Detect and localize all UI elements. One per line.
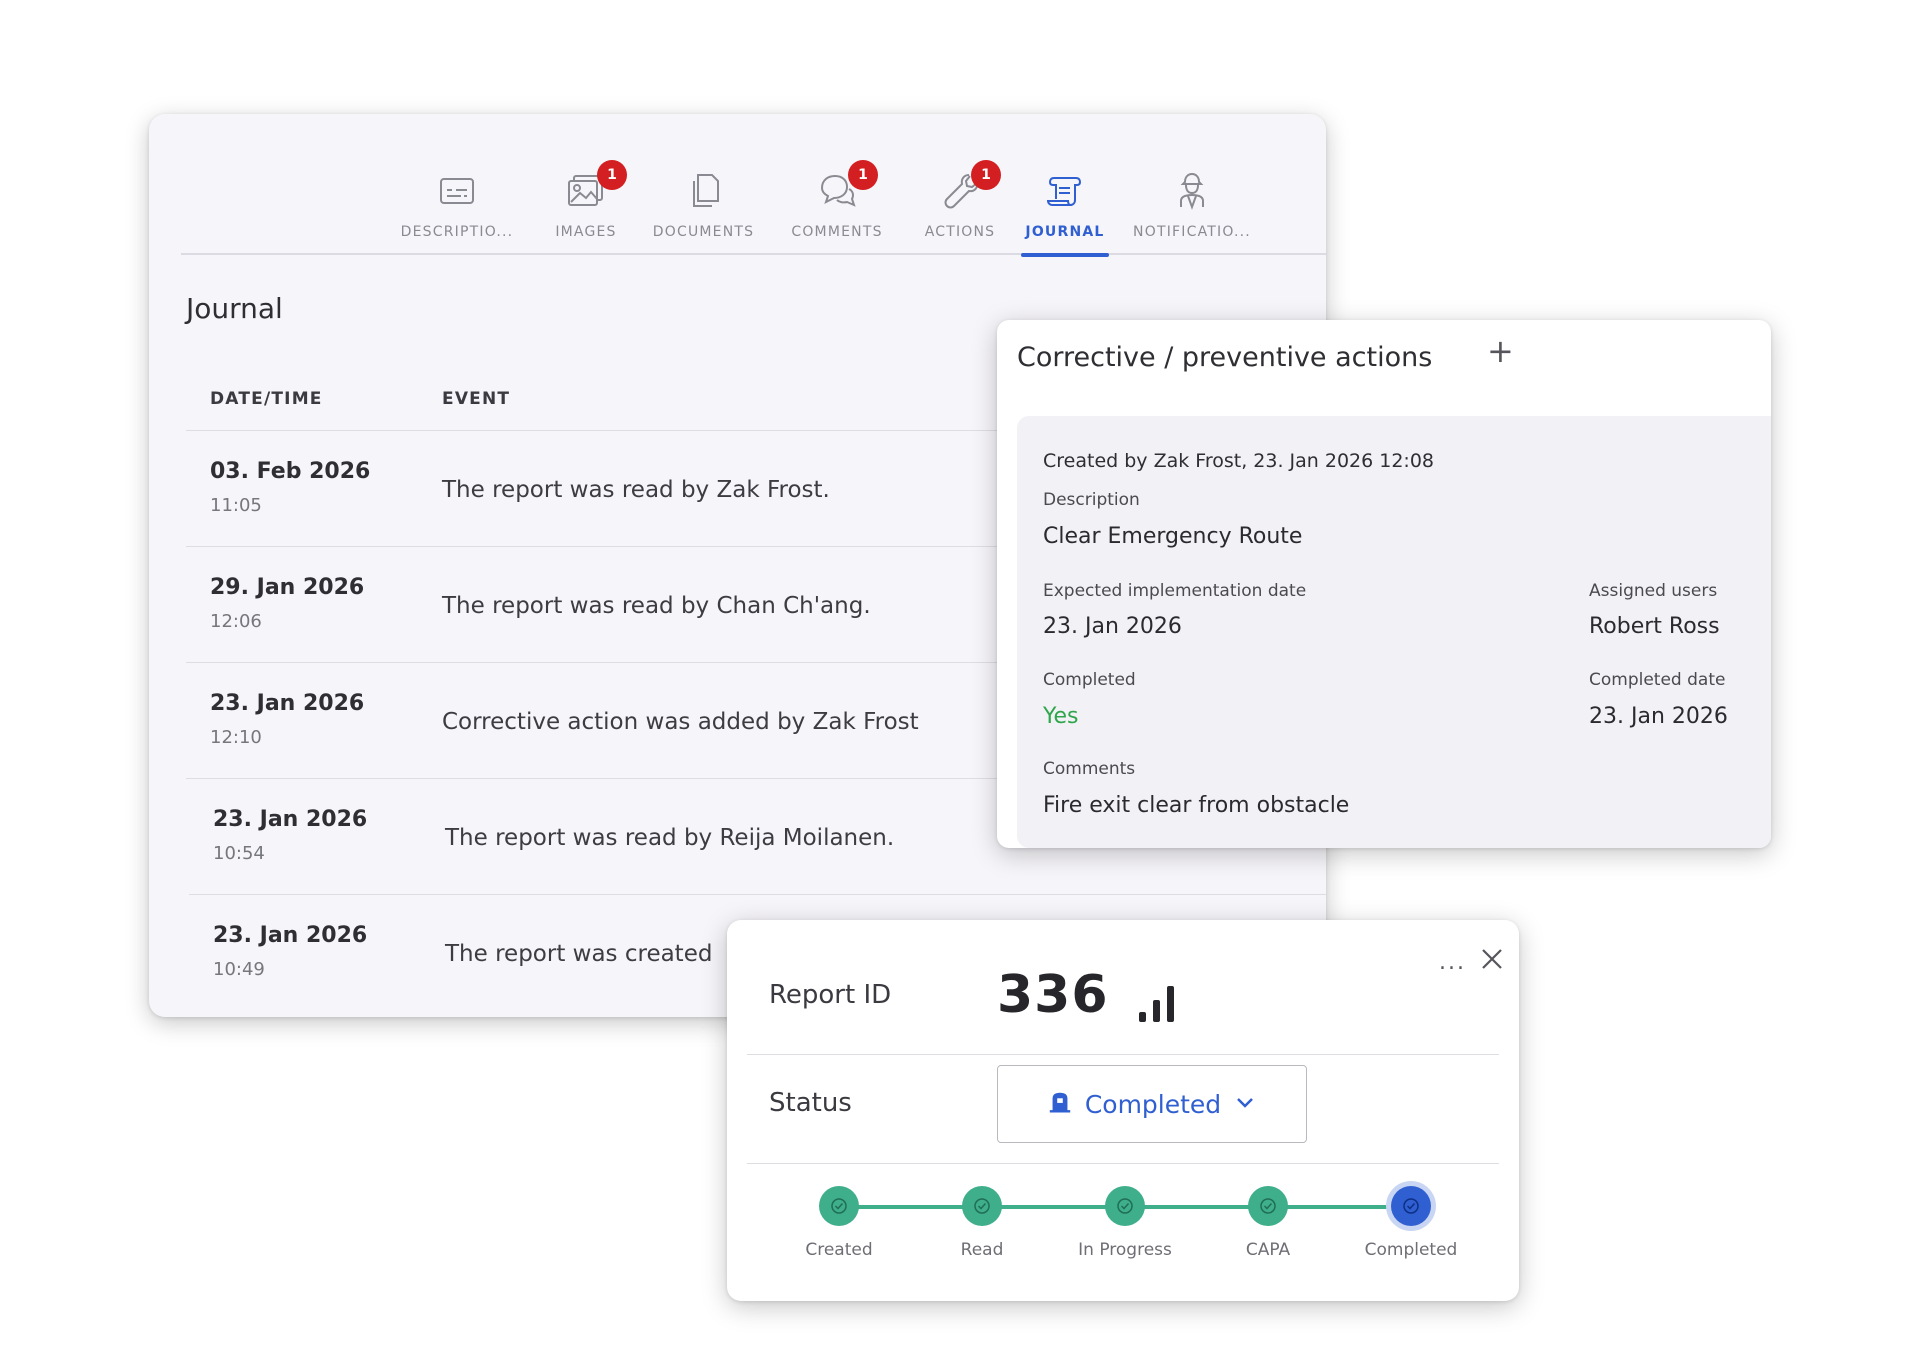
comments-value: Fire exit clear from obstacle (1043, 793, 1350, 818)
actions-badge: 1 (971, 160, 1001, 190)
check-circle-icon (1391, 1186, 1431, 1226)
report-id-label: Report ID (769, 980, 892, 1010)
row-time: 12:06 (210, 611, 262, 632)
images-icon: 1 (565, 160, 627, 214)
tab-actions[interactable]: 1 ACTIONS (918, 160, 1002, 255)
tab-journal[interactable]: JOURNAL (1021, 170, 1109, 257)
divider (747, 1163, 1499, 1164)
row-event: The report was read by Zak Frost. (442, 477, 830, 503)
description-icon (436, 170, 478, 214)
row-time: 12:10 (210, 727, 262, 748)
tab-label: JOURNAL (1025, 224, 1105, 240)
row-event: The report was read by Reija Moilanen. (445, 825, 895, 851)
status-icon (1047, 1089, 1073, 1119)
tab-images[interactable]: 1 IMAGES (541, 160, 631, 255)
actions-icon: 1 (939, 160, 1001, 214)
step-label: Completed (1364, 1240, 1458, 1260)
documents-icon (683, 170, 725, 214)
add-capa-button[interactable]: + (1487, 332, 1514, 370)
row-date: 23. Jan 2026 (213, 807, 368, 832)
completed-label: Completed (1043, 670, 1136, 690)
expected-date-value: 23. Jan 2026 (1043, 614, 1182, 639)
step-read: Read (902, 1186, 1062, 1260)
row-date: 29. Jan 2026 (210, 575, 365, 600)
tab-description[interactable]: DESCRIPTIO... (399, 170, 515, 255)
step-completed: Completed (1331, 1186, 1491, 1260)
step-label: CAPA (1245, 1240, 1291, 1260)
row-time: 10:49 (213, 959, 265, 980)
description-value: Clear Emergency Route (1043, 524, 1303, 549)
status-value: Completed (1084, 1089, 1222, 1119)
status-dropdown[interactable]: Completed (997, 1065, 1307, 1143)
capa-title: Corrective / preventive actions (1017, 342, 1433, 373)
report-id-value: 336 (997, 965, 1109, 1025)
capa-created-by: Created by Zak Frost, 23. Jan 2026 12:08 (1043, 450, 1435, 472)
expected-date-label: Expected implementation date (1043, 581, 1307, 601)
close-icon[interactable] (1477, 944, 1507, 974)
tab-bar: DESCRIPTIO... 1 IMAGES DOCUMENTS 1 COMME… (181, 114, 1326, 257)
step-label: Read (960, 1240, 1004, 1260)
tab-label: COMMENTS (791, 224, 883, 240)
row-date: 23. Jan 2026 (213, 923, 368, 948)
check-circle-icon (1105, 1186, 1145, 1226)
assigned-users-value: Robert Ross (1589, 614, 1720, 639)
row-event: The report was created (445, 941, 713, 967)
comments-icon: 1 (816, 160, 878, 214)
completed-date-value: 23. Jan 2026 (1589, 704, 1728, 729)
step-in-progress: In Progress (1045, 1186, 1205, 1260)
divider (747, 1054, 1499, 1055)
row-event: Corrective action was added by Zak Frost (442, 709, 919, 735)
row-event: The report was read by Chan Ch'ang. (442, 593, 871, 619)
column-header-event: EVENT (442, 389, 511, 409)
report-panel: Report ID 336 ... Status Completed Creat… (727, 920, 1519, 1301)
status-label: Status (769, 1088, 852, 1118)
more-options-button[interactable]: ... (1439, 950, 1466, 975)
tab-label: NOTIFICATIO... (1133, 224, 1251, 240)
page-title: Journal (186, 292, 283, 325)
row-time: 10:54 (213, 843, 265, 864)
active-tab-indicator (1021, 253, 1109, 257)
column-header-datetime: DATE/TIME (210, 389, 323, 409)
step-capa: CAPA (1188, 1186, 1348, 1260)
step-label: Created (805, 1240, 873, 1260)
check-circle-icon (819, 1186, 859, 1226)
step-created: Created (759, 1186, 919, 1260)
notifications-icon (1171, 170, 1213, 214)
tab-label: IMAGES (555, 224, 617, 240)
tab-label: DOCUMENTS (652, 224, 755, 240)
description-label: Description (1043, 490, 1140, 510)
completed-date-label: Completed date (1589, 670, 1726, 690)
tab-documents[interactable]: DOCUMENTS (646, 170, 761, 255)
completed-value: Yes (1043, 704, 1079, 729)
comments-badge: 1 (848, 160, 878, 190)
assigned-users-label: Assigned users (1589, 581, 1718, 601)
row-time: 11:05 (210, 495, 262, 516)
tab-notifications[interactable]: NOTIFICATIO... (1133, 170, 1251, 255)
journal-icon (1044, 170, 1086, 214)
signal-bars-icon (1137, 982, 1179, 1022)
check-circle-icon (962, 1186, 1002, 1226)
tab-label: ACTIONS (924, 224, 996, 240)
capa-item[interactable]: Created by Zak Frost, 23. Jan 2026 12:08… (1017, 416, 1771, 848)
check-circle-icon (1248, 1186, 1288, 1226)
comments-label: Comments (1043, 759, 1136, 779)
capa-panel: Corrective / preventive actions + Create… (997, 320, 1771, 848)
images-badge: 1 (597, 160, 627, 190)
row-date: 23. Jan 2026 (210, 691, 365, 716)
row-date: 03. Feb 2026 (210, 459, 371, 484)
tab-label: DESCRIPTIO... (400, 224, 514, 240)
chevron-down-icon (1233, 1090, 1257, 1118)
tab-comments[interactable]: 1 COMMENTS (781, 160, 893, 255)
step-label: In Progress (1078, 1240, 1172, 1260)
